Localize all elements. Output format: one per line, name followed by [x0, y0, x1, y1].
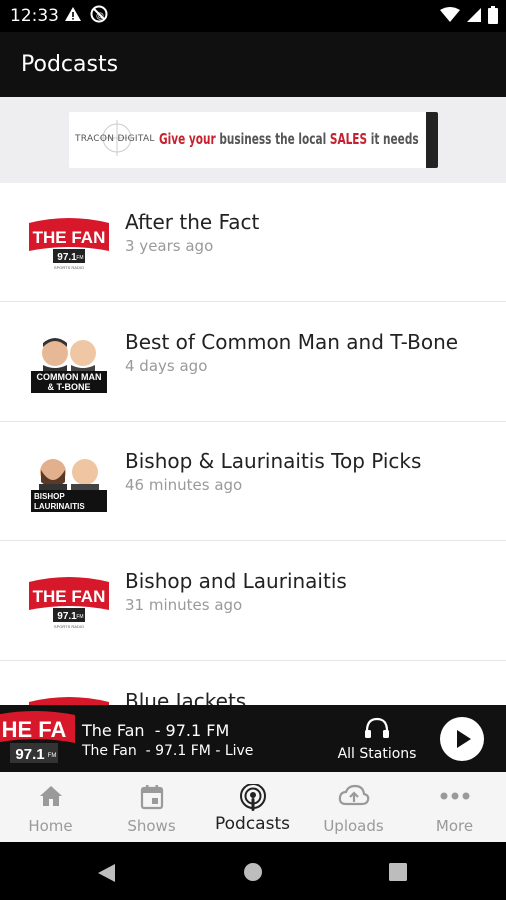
podcast-updated: 46 minutes ago	[125, 476, 243, 494]
ad-text-mid: business the local	[215, 130, 330, 148]
bottom-nav: Home Shows Podcasts Uploads More	[0, 772, 506, 842]
station-logo-freq: 97.1	[15, 746, 44, 763]
play-icon	[457, 730, 471, 748]
the-fan-logo-tag: SPORTS RADIO	[54, 624, 84, 629]
podcast-title: After the Fact	[125, 210, 260, 234]
ad-text-end: it needs	[367, 130, 419, 148]
status-bar: 12:33 @	[0, 0, 506, 32]
ad-banner-area: TRACON DIGITAL Give your business the lo…	[0, 97, 506, 183]
podcast-icon	[239, 784, 266, 811]
player-status: The Fan - 97.1 FM - Live	[82, 743, 254, 759]
nav-more-label: More	[435, 817, 474, 835]
nav-home[interactable]: Home	[0, 772, 101, 842]
nav-uploads-label: Uploads	[323, 817, 384, 835]
station-logo-name: HE FA	[2, 717, 67, 742]
common-man-logo-line1: COMMON MAN	[37, 372, 102, 382]
the-fan-logo-name: THE FAN	[33, 228, 106, 247]
station-logo-fm: FM	[48, 753, 57, 759]
all-stations-label: All Stations	[337, 746, 417, 762]
podcast-updated: 4 days ago	[125, 357, 208, 375]
the-fan-logo-freq: 97.1	[57, 611, 77, 622]
list-item[interactable]: Blue Jackets	[0, 662, 506, 705]
bishop-logo-line2: LAURINAITIS	[34, 502, 85, 511]
nav-home-label: Home	[28, 817, 73, 835]
app-bar: Podcasts	[0, 32, 506, 97]
back-icon[interactable]	[95, 862, 117, 884]
list-item[interactable]: COMMON MAN & T-BONE Best of Common Man a…	[0, 303, 506, 422]
wifi-icon	[440, 7, 460, 22]
the-fan-logo-fm: FM	[76, 614, 83, 620]
more-icon	[440, 792, 469, 800]
cloud-upload-icon	[338, 784, 369, 806]
bishop-laurinaitis-logo: BISHOP LAURINAITIS	[31, 459, 107, 512]
podcast-updated: 3 years ago	[125, 237, 214, 255]
nav-shows[interactable]: Shows	[101, 772, 202, 842]
ad-brand: TRACON DIGITAL	[75, 134, 155, 144]
home-button-icon[interactable]	[243, 862, 263, 882]
ad-text-sales: SALES	[329, 130, 368, 148]
system-nav-bar	[0, 842, 506, 900]
podcast-title: Blue Jackets	[125, 689, 247, 705]
nav-shows-label: Shows	[127, 817, 176, 835]
podcast-list[interactable]: THE FAN 97.1 FM SPORTS RADIO After the F…	[0, 183, 506, 705]
ad-text-give: Give your	[159, 130, 216, 148]
the-fan-logo: THE FAN 97.1 FM SPORTS RADIO	[29, 577, 109, 629]
podcast-title: Bishop & Laurinaitis Top Picks	[125, 449, 422, 473]
list-item[interactable]: THE FAN 97.1 FM SPORTS RADIO Bishop and …	[0, 542, 506, 661]
mini-player[interactable]: HE FA 97.1 FM The Fan - 97.1 FM The Fan …	[0, 705, 506, 772]
status-time: 12:33	[10, 6, 59, 26]
list-item[interactable]: THE FAN 97.1 FM SPORTS RADIO After the F…	[0, 183, 506, 302]
svg-text:@: @	[96, 11, 104, 20]
play-button[interactable]	[440, 717, 484, 761]
nav-podcasts-label: Podcasts	[215, 814, 290, 834]
the-fan-logo-name: THE FAN	[33, 587, 106, 606]
home-icon	[39, 786, 62, 806]
ad-side-graphic	[426, 112, 438, 168]
recents-icon[interactable]	[389, 863, 407, 881]
the-fan-logo-fm: FM	[76, 255, 83, 261]
common-man-tbone-logo: COMMON MAN & T-BONE	[31, 338, 107, 393]
page-title: Podcasts	[21, 52, 119, 77]
the-fan-logo: THE FAN 97.1 FM SPORTS RADIO	[29, 218, 109, 270]
player-station: The Fan - 97.1 FM	[82, 721, 230, 740]
podcast-updated: 31 minutes ago	[125, 596, 243, 614]
signal-icon	[467, 8, 481, 22]
headphones-icon	[365, 717, 389, 738]
the-fan-logo	[29, 697, 109, 705]
nav-uploads[interactable]: Uploads	[303, 772, 404, 842]
nav-podcasts[interactable]: Podcasts	[202, 772, 303, 842]
station-logo: HE FA 97.1 FM	[0, 711, 75, 763]
ad-banner[interactable]: TRACON DIGITAL Give your business the lo…	[69, 112, 438, 168]
podcast-title: Best of Common Man and T-Bone	[125, 330, 459, 354]
ad-text: Give your business the local SALES it ne…	[159, 130, 419, 148]
calendar-icon	[140, 785, 163, 810]
warning-icon	[65, 7, 81, 21]
nav-more[interactable]: More	[404, 772, 505, 842]
battery-icon	[488, 6, 498, 24]
all-stations-button[interactable]: All Stations	[336, 717, 418, 762]
the-fan-logo-tag: SPORTS RADIO	[54, 265, 84, 270]
podcast-title: Bishop and Laurinaitis	[125, 569, 347, 593]
bishop-logo-line1: BISHOP	[34, 492, 65, 501]
the-fan-logo-freq: 97.1	[57, 252, 77, 263]
list-item[interactable]: BISHOP LAURINAITIS Bishop & Laurinaitis …	[0, 422, 506, 541]
common-man-logo-line2: & T-BONE	[47, 382, 90, 392]
do-not-disturb-icon: @	[90, 5, 108, 23]
